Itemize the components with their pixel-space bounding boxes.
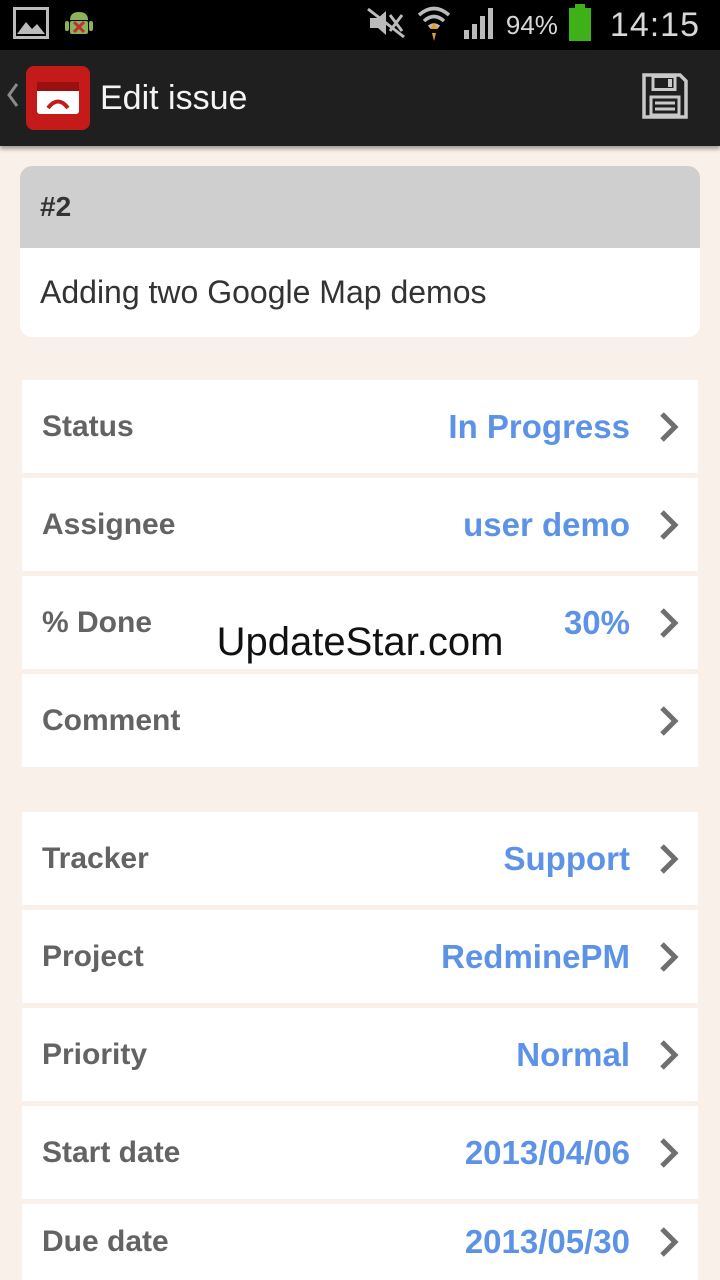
clock: 14:15 — [609, 5, 700, 44]
row-value: In Progress — [448, 407, 630, 445]
signal-icon — [462, 6, 496, 45]
row-label: Assignee — [42, 507, 176, 541]
chevron-right-icon — [658, 843, 680, 875]
row-priority[interactable]: Priority Normal — [22, 1008, 698, 1101]
android-debug-icon — [63, 7, 95, 44]
page-title: Edit issue — [100, 78, 248, 117]
chevron-right-icon — [658, 1226, 680, 1258]
row-due-date[interactable]: Due date 2013/05/30 — [22, 1204, 698, 1280]
row-label: Due date — [42, 1225, 169, 1258]
chevron-right-icon — [658, 705, 680, 737]
row-label: Tracker — [42, 841, 149, 875]
row-value: 2013/05/30 — [464, 1223, 630, 1260]
issue-header-card: #2 Adding two Google Map demos — [20, 166, 700, 337]
issue-id: #2 — [20, 166, 700, 248]
row-label: Start date — [42, 1135, 181, 1169]
row-value: Normal — [516, 1035, 630, 1073]
row-status[interactable]: Status In Progress — [22, 380, 698, 473]
battery-percent: 94% — [505, 9, 558, 40]
row-value: Support — [503, 839, 630, 877]
row-label: Project — [42, 939, 144, 973]
row-tracker[interactable]: Tracker Support — [22, 812, 698, 905]
image-icon — [13, 6, 49, 44]
chevron-right-icon — [658, 509, 680, 541]
mute-icon — [366, 7, 406, 44]
save-icon — [642, 72, 688, 124]
chevron-right-icon — [658, 1137, 680, 1169]
chevron-right-icon — [658, 941, 680, 973]
back-chevron-icon[interactable] — [6, 82, 24, 115]
action-bar: Edit issue — [0, 50, 720, 146]
row-label: Comment — [42, 703, 181, 737]
wifi-icon — [416, 3, 452, 48]
chevron-right-icon — [658, 607, 680, 639]
battery-icon — [568, 3, 592, 47]
row-label: % Done — [42, 605, 153, 639]
row-label: Status — [42, 409, 134, 443]
row-value: user demo — [463, 505, 630, 543]
chevron-right-icon — [658, 411, 680, 443]
row-value: RedminePM — [441, 937, 630, 975]
chevron-right-icon — [658, 1039, 680, 1071]
row-percent-done[interactable]: % Done 30% — [22, 576, 698, 669]
status-bar: 94% 14:15 — [0, 0, 720, 50]
row-label: Priority — [42, 1037, 148, 1071]
save-button[interactable] — [640, 72, 690, 124]
row-start-date[interactable]: Start date 2013/04/06 — [22, 1106, 698, 1199]
redmine-app-icon[interactable] — [26, 66, 90, 130]
row-project[interactable]: Project RedminePM — [22, 910, 698, 1003]
issue-subject[interactable]: Adding two Google Map demos — [20, 248, 700, 337]
row-value: 30% — [563, 603, 630, 641]
row-value: 2013/04/06 — [464, 1133, 630, 1171]
row-assignee[interactable]: Assignee user demo — [22, 478, 698, 571]
row-comment[interactable]: Comment — [22, 674, 698, 767]
screen: 94% 14:15 Edit issue #2 Adding two Googl… — [0, 0, 720, 1280]
